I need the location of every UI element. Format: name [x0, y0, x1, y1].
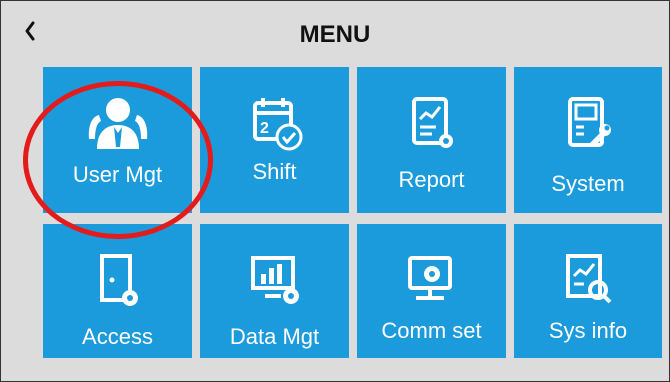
tile-label: Sys info	[548, 318, 628, 343]
header-bar: MENU	[1, 1, 669, 61]
tile-label: Shift	[252, 159, 297, 184]
tile-data-mgt[interactable]: Data Mgt	[200, 224, 349, 358]
tile-label: User Mgt	[72, 162, 163, 187]
tile-access[interactable]: Access	[43, 224, 192, 358]
tile-comm-set[interactable]: Comm set	[357, 224, 506, 358]
tile-label: Access	[82, 324, 153, 349]
tile-label: System	[551, 171, 625, 196]
data-icon	[200, 252, 349, 310]
svg-text:2: 2	[260, 120, 269, 137]
system-icon	[514, 95, 662, 153]
comm-icon	[357, 252, 506, 310]
tile-report[interactable]: Report	[357, 67, 506, 213]
tile-label: Report	[398, 167, 465, 192]
tile-label: Data Mgt	[229, 324, 320, 349]
report-icon	[357, 95, 506, 153]
door-icon	[43, 252, 192, 310]
tile-label: Comm set	[381, 318, 482, 343]
tile-user-mgt[interactable]: User Mgt	[43, 67, 192, 213]
calendar-icon: 2	[200, 95, 349, 153]
menu-screen: MENU User Mgt 2 Shift Report System Acce…	[0, 0, 670, 382]
tile-shift[interactable]: 2 Shift	[200, 67, 349, 213]
sys-info-icon	[514, 252, 662, 310]
menu-grid: User Mgt 2 Shift Report System Access Da…	[43, 67, 662, 367]
users-icon	[43, 95, 192, 153]
page-title: MENU	[299, 21, 371, 48]
tile-system[interactable]: System	[514, 67, 662, 213]
tile-sys-info[interactable]: Sys info	[514, 224, 662, 358]
